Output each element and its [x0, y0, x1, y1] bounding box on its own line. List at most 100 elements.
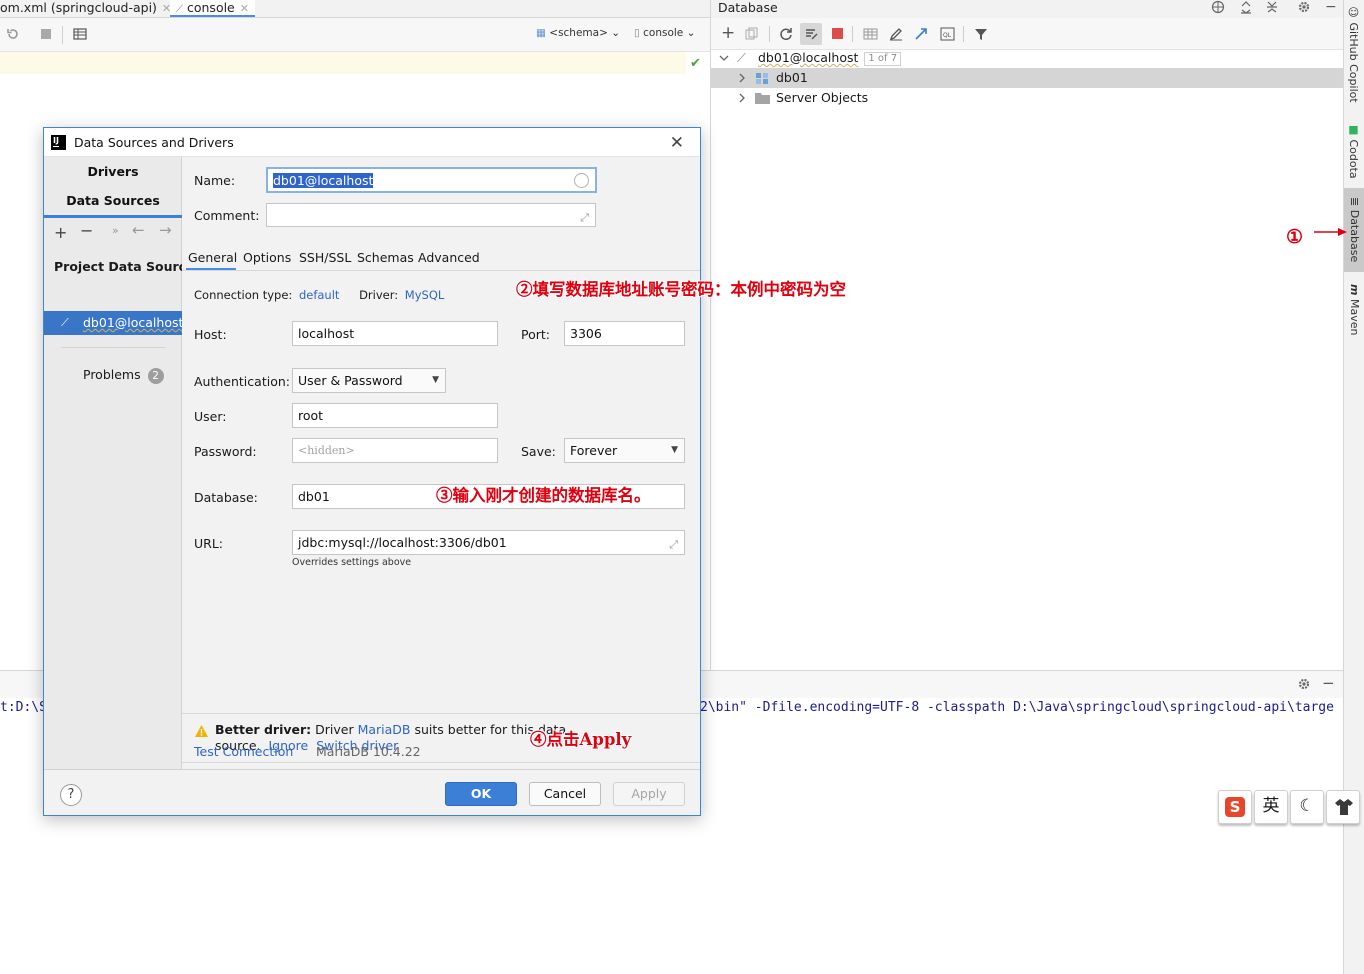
datasource-list-label: db01@localhost: [83, 315, 184, 330]
pencil-icon[interactable]: [889, 27, 903, 41]
tab-options[interactable]: Options: [243, 250, 291, 265]
expand-icon[interactable]: ⤢: [580, 206, 589, 226]
divider: [61, 347, 165, 348]
editor-tab-console[interactable]: ⟋ console ✕: [170, 0, 255, 17]
crosshair-icon[interactable]: [1211, 0, 1225, 14]
host-field[interactable]: localhost: [292, 321, 498, 346]
connection-type-row: Connection type: default Driver: MySQL: [194, 288, 444, 302]
stop-icon[interactable]: [832, 28, 843, 39]
expand-all-icon[interactable]: [1239, 0, 1253, 14]
add-icon[interactable]: +: [54, 223, 67, 242]
datasource-name: db01@localhost: [758, 50, 859, 65]
help-button[interactable]: ?: [60, 784, 82, 806]
nav-drivers[interactable]: Drivers: [44, 164, 182, 179]
table-icon[interactable]: [72, 26, 88, 42]
gear-icon[interactable]: [1297, 0, 1311, 14]
moon-icon[interactable]: ☾: [1290, 790, 1324, 824]
ok-button[interactable]: OK: [445, 782, 517, 806]
tool-maven[interactable]: m Maven: [1344, 282, 1364, 342]
problems-item[interactable]: Problems 2: [83, 367, 164, 384]
more-icon[interactable]: »: [112, 224, 119, 237]
tree-item-server-objects[interactable]: Server Objects: [711, 88, 1345, 108]
expand-icon[interactable]: ⤢: [669, 533, 678, 554]
refresh-icon[interactable]: [779, 27, 793, 41]
notice-text: Driver: [315, 722, 354, 737]
database-toolbar: + QL: [710, 18, 1344, 50]
database-panel-header: Database −: [710, 0, 1344, 18]
tab-schemas[interactable]: Schemas: [357, 250, 414, 265]
cancel-button[interactable]: Cancel: [529, 782, 601, 806]
apply-button[interactable]: Apply: [613, 782, 685, 806]
jump-icon[interactable]: [914, 27, 928, 41]
filter-icon[interactable]: [974, 27, 988, 41]
datasource-list-item[interactable]: ⟋ db01@localhost: [44, 311, 184, 335]
stop-icon[interactable]: [38, 26, 54, 42]
connection-type-link[interactable]: default: [299, 288, 339, 302]
project-data-sources-heading: Project Data Sources: [54, 259, 182, 274]
shirt-icon[interactable]: [1326, 790, 1360, 824]
password-field[interactable]: <hidden>: [292, 438, 498, 463]
minimize-icon[interactable]: −: [1325, 0, 1337, 15]
divider: [963, 26, 964, 42]
chevron-down-icon: ⌄: [611, 27, 621, 39]
mariadb-link[interactable]: MariaDB: [358, 722, 411, 737]
annotation-step-1: ①: [1286, 226, 1304, 248]
comment-label: Comment:: [194, 208, 260, 223]
schema-combo[interactable]: ▦ <schema> ⌄: [536, 27, 620, 39]
tree-item-label: db01: [776, 70, 808, 85]
chevron-right-icon[interactable]: [737, 73, 747, 83]
tree-item-db01[interactable]: db01: [711, 68, 1345, 88]
schema-sync-button[interactable]: [800, 23, 822, 45]
remove-icon[interactable]: −: [80, 221, 93, 240]
color-picker-icon[interactable]: [574, 173, 589, 188]
back-arrow-icon[interactable]: ←: [132, 221, 145, 239]
server-version: MariaDB 10.4.22: [316, 744, 421, 759]
tab-general[interactable]: General: [188, 250, 237, 265]
forward-arrow-icon[interactable]: →: [159, 221, 172, 239]
url-field[interactable]: jdbc:mysql://localhost:3306/db01 ⤢: [292, 530, 685, 555]
copilot-icon: ☺: [1347, 6, 1360, 19]
port-field[interactable]: 3306: [564, 321, 685, 346]
console-combo[interactable]: ▯ console ⌄: [634, 27, 695, 39]
ime-toolbar: S 英 ☾: [1218, 790, 1362, 826]
sogou-logo-icon[interactable]: S: [1218, 790, 1252, 824]
host-label: Host:: [194, 327, 227, 342]
chevron-right-icon[interactable]: [737, 93, 747, 103]
ime-lang-toggle[interactable]: 英: [1254, 790, 1288, 824]
minimize-icon[interactable]: −: [1322, 674, 1335, 692]
authentication-select[interactable]: User & Password ▼: [292, 368, 446, 393]
sql-console-icon[interactable]: QL: [940, 27, 955, 41]
name-field[interactable]: db01@localhost: [266, 167, 597, 193]
comment-field[interactable]: ⤢: [266, 203, 596, 227]
tab-advanced[interactable]: Advanced: [418, 250, 480, 265]
gear-icon[interactable]: [1297, 677, 1311, 691]
collapse-all-icon[interactable]: [1265, 0, 1279, 14]
tree-root-datasource[interactable]: ⟋ db01@localhost 1 of 7: [711, 48, 1345, 68]
save-select[interactable]: Forever ▼: [564, 438, 685, 463]
mysql-icon: ⟋: [737, 50, 746, 65]
chevron-down-icon[interactable]: [719, 53, 729, 63]
tool-codota[interactable]: ■ Codota: [1347, 123, 1360, 179]
tab-ssh-ssl[interactable]: SSH/SSL: [299, 250, 351, 265]
port-label: Port:: [521, 327, 550, 342]
maven-icon: m: [1348, 284, 1361, 296]
nav-data-sources[interactable]: Data Sources: [44, 193, 182, 208]
driver-link[interactable]: MySQL: [405, 288, 445, 302]
user-field[interactable]: root: [292, 403, 498, 428]
editor-first-line[interactable]: [0, 52, 686, 74]
tool-github-copilot[interactable]: ☺ GitHub Copilot: [1347, 6, 1360, 103]
duplicate-icon[interactable]: [745, 27, 759, 41]
add-icon[interactable]: +: [721, 23, 735, 43]
close-icon[interactable]: ✕: [240, 2, 249, 15]
editor-tab-pom[interactable]: om.xml (springcloud-api) ✕: [0, 0, 171, 17]
dropdown-arrow-icon: ▼: [432, 375, 439, 385]
ime-lang-label: 英: [1262, 796, 1280, 816]
undo-icon[interactable]: [5, 26, 21, 42]
data-sources-dialog: IJ Data Sources and Drivers ✕ Drivers Da…: [43, 127, 701, 816]
table-icon[interactable]: [863, 27, 878, 41]
connection-type-label: Connection type:: [194, 288, 293, 302]
notice-bold: Better driver:: [215, 722, 312, 737]
divider: [769, 26, 770, 42]
close-icon[interactable]: ✕: [670, 133, 684, 153]
test-connection-link[interactable]: Test Connection: [194, 744, 293, 759]
